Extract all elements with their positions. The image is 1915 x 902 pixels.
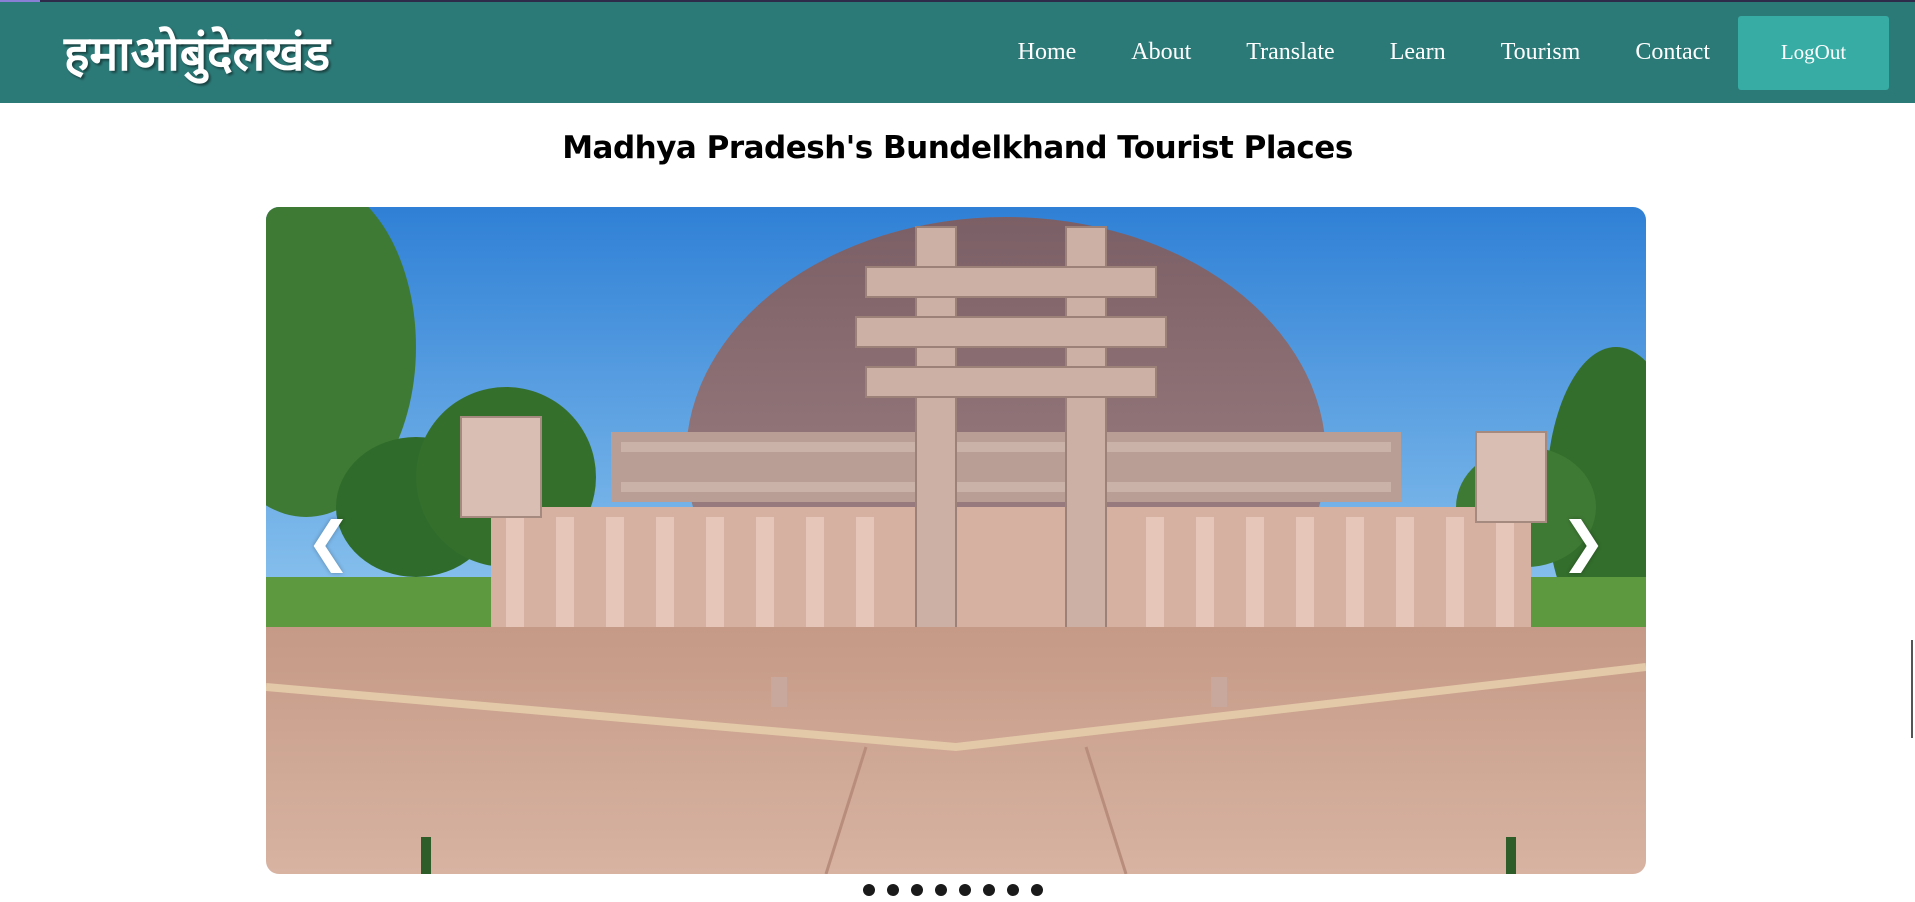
- image-slider: ❮ ❯: [266, 207, 1646, 874]
- brand-logo[interactable]: हमाओबुंदेलखंड: [64, 24, 330, 84]
- nav-contact[interactable]: Contact: [1635, 39, 1710, 66]
- slider-next-arrow[interactable]: ❯: [1561, 512, 1606, 572]
- slider-dot[interactable]: [935, 884, 947, 896]
- slider-dot[interactable]: [911, 884, 923, 896]
- slider-dot[interactable]: [983, 884, 995, 896]
- slide-image-stupa: [266, 207, 1646, 874]
- slider-prev-arrow[interactable]: ❮: [306, 512, 351, 572]
- slider-dot[interactable]: [887, 884, 899, 896]
- page-title: Madhya Pradesh's Bundelkhand Tourist Pla…: [562, 130, 1353, 166]
- logout-button[interactable]: LogOut: [1738, 15, 1889, 90]
- nav-translate[interactable]: Translate: [1246, 39, 1334, 66]
- nav-learn[interactable]: Learn: [1390, 39, 1446, 66]
- nav-home[interactable]: Home: [1018, 39, 1077, 66]
- nav-tourism[interactable]: Tourism: [1501, 39, 1581, 66]
- slider-dot[interactable]: [1031, 884, 1043, 896]
- scrollbar-thumb[interactable]: [1911, 640, 1913, 738]
- slider-dot[interactable]: [1007, 884, 1019, 896]
- nav-links: Home About Translate Learn Tourism Conta…: [1018, 2, 1915, 103]
- slider-dot[interactable]: [959, 884, 971, 896]
- slider-dot[interactable]: [863, 884, 875, 896]
- nav-about[interactable]: About: [1131, 39, 1191, 66]
- slider-dots: [863, 884, 1055, 896]
- navbar: हमाओबुंदेलखंड Home About Translate Learn…: [0, 2, 1915, 103]
